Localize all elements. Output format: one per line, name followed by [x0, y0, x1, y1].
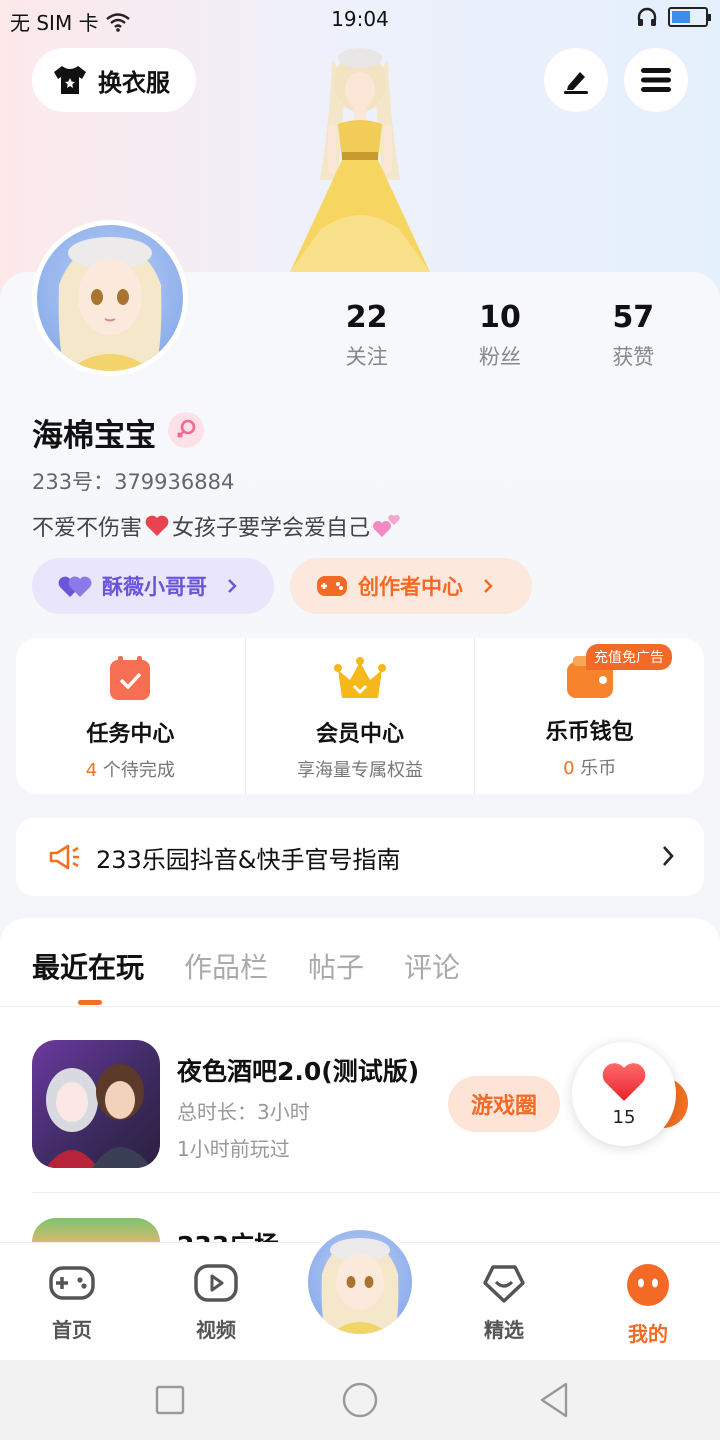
- nav-featured[interactable]: 精选: [454, 1263, 554, 1343]
- chevron-right-icon: [663, 846, 674, 866]
- nav-label: 精选: [484, 1318, 524, 1342]
- gamepad-icon: [49, 1266, 95, 1300]
- purple-hearts-icon: [58, 576, 92, 597]
- status-time: 19:04: [331, 7, 389, 31]
- avatar-portrait: [321, 1238, 399, 1334]
- stat-likes[interactable]: 57 获赞: [567, 300, 700, 371]
- nav-mine[interactable]: 我的: [598, 1263, 698, 1347]
- content-tabs: 最近在玩 作品栏 帖子 评论: [32, 946, 460, 986]
- user-bio: 不爱不伤害 女孩子要学会爱自己: [32, 510, 402, 542]
- profile-avatar[interactable]: [32, 220, 188, 376]
- service-subtitle: 4 个待完成: [16, 756, 245, 782]
- friend-link-label: 酥薇小哥哥: [102, 575, 207, 599]
- bio-text-2: 女孩子要学会爱自己: [172, 516, 371, 541]
- heart-chat-icon: [483, 1265, 525, 1303]
- stat-followers[interactable]: 10 粉丝: [433, 300, 566, 371]
- edit-button[interactable]: [544, 48, 608, 112]
- row-divider: [32, 1192, 720, 1193]
- back-icon[interactable]: [536, 1380, 572, 1420]
- tab-divider: [0, 1006, 720, 1007]
- profile-face-icon: [627, 1264, 669, 1306]
- game-last-played: 1小时前玩过: [177, 1137, 290, 1161]
- stat-label: 粉丝: [478, 345, 521, 369]
- nav-label: 首页: [52, 1318, 92, 1342]
- nav-video[interactable]: 视频: [166, 1263, 266, 1343]
- profile-stats: 22 关注 10 粉丝 57 获赞: [300, 300, 700, 371]
- stat-value: 22: [345, 300, 388, 335]
- gamepad-icon: [317, 576, 347, 596]
- change-outfit-label: 换衣服: [98, 68, 170, 97]
- nav-home[interactable]: 首页: [22, 1263, 122, 1343]
- services-card: 任务中心 4 个待完成 会员中心 享海量专属权益 充值免广告 乐币钱包 0 乐币: [16, 638, 704, 794]
- service-sub-text: 乐币: [574, 758, 617, 779]
- service-subtitle: 0 乐币: [475, 754, 704, 780]
- nav-label: 视频: [196, 1318, 236, 1342]
- recharge-no-ads-badge: 充值免广告: [586, 644, 673, 670]
- task-center[interactable]: 任务中心 4 个待完成: [16, 638, 245, 794]
- like-count: 15: [612, 1106, 636, 1128]
- like-bubble[interactable]: 15: [572, 1042, 676, 1146]
- female-gender-icon: [168, 412, 204, 448]
- video-icon: [194, 1264, 238, 1302]
- tab-recently-played[interactable]: 最近在玩: [32, 946, 144, 986]
- creator-center-label: 创作者中心: [358, 575, 463, 599]
- service-title: 会员中心: [316, 722, 405, 747]
- game-circle-button[interactable]: 游戏圈: [448, 1076, 560, 1132]
- battery-icon: [668, 7, 711, 27]
- stat-value: 57: [612, 300, 655, 335]
- change-outfit-button[interactable]: 换衣服: [32, 48, 196, 112]
- avatar-character-figure[interactable]: [280, 40, 440, 272]
- menu-button[interactable]: [624, 48, 688, 112]
- stat-label: 获赞: [612, 345, 655, 369]
- stat-value: 10: [479, 300, 521, 335]
- system-navigation-bar: [0, 1360, 720, 1440]
- tab-comments[interactable]: 评论: [404, 946, 460, 986]
- nav-avatar[interactable]: [304, 1226, 416, 1338]
- friend-link-button[interactable]: 酥薇小哥哥: [32, 558, 274, 614]
- username: 海棉宝宝: [32, 418, 156, 454]
- status-right: [636, 6, 711, 28]
- megaphone-icon: [49, 844, 79, 870]
- menu-icon: [641, 68, 671, 92]
- stat-following[interactable]: 22 关注: [300, 300, 433, 371]
- pink-hearts-icon: [373, 514, 400, 537]
- service-sub-text: 个待完成: [97, 760, 175, 781]
- tab-posts[interactable]: 帖子: [308, 946, 364, 986]
- pencil-icon: [564, 72, 588, 94]
- game-title: 夜色酒吧2.0(测试版): [177, 1057, 420, 1086]
- creator-center-button[interactable]: 创作者中心: [290, 558, 532, 614]
- stat-label: 关注: [345, 345, 388, 369]
- service-subtitle: 享海量专属权益: [297, 760, 423, 781]
- status-bar: 无 SIM 卡 19:04: [0, 0, 720, 38]
- calendar-check-icon: [110, 656, 151, 700]
- avatar-portrait: [58, 237, 162, 371]
- chevron-right-icon: [484, 579, 493, 593]
- recent-apps-icon[interactable]: [154, 1384, 186, 1416]
- crown-icon: [334, 657, 386, 698]
- official-guide-banner[interactable]: 233乐园抖音&快手官号指南: [16, 818, 704, 896]
- coin-balance: 0: [563, 758, 575, 779]
- game-duration: 总时长：3小时: [177, 1100, 310, 1124]
- guide-text: 233乐园抖音&快手官号指南: [96, 845, 401, 874]
- shirt-icon: [54, 66, 86, 94]
- nav-label: 我的: [628, 1322, 668, 1346]
- bio-text-1: 不爱不伤害: [32, 516, 143, 541]
- service-title: 乐币钱包: [545, 720, 634, 745]
- service-title: 任务中心: [86, 722, 175, 747]
- game-icon: [32, 1040, 160, 1168]
- tab-works[interactable]: 作品栏: [184, 946, 268, 986]
- red-heart-icon: [145, 515, 169, 536]
- active-tab-indicator: [78, 1000, 102, 1005]
- headphones-icon: [637, 7, 657, 26]
- heart-icon: [602, 1062, 646, 1101]
- battery-level: [672, 11, 690, 23]
- chevron-right-icon: [228, 579, 237, 593]
- coin-wallet[interactable]: 充值免广告 乐币钱包 0 乐币: [474, 638, 704, 794]
- home-icon[interactable]: [340, 1380, 380, 1420]
- member-center[interactable]: 会员中心 享海量专属权益: [244, 638, 475, 794]
- pending-count: 4: [85, 760, 98, 781]
- user-id: 233号：379936884: [32, 470, 235, 494]
